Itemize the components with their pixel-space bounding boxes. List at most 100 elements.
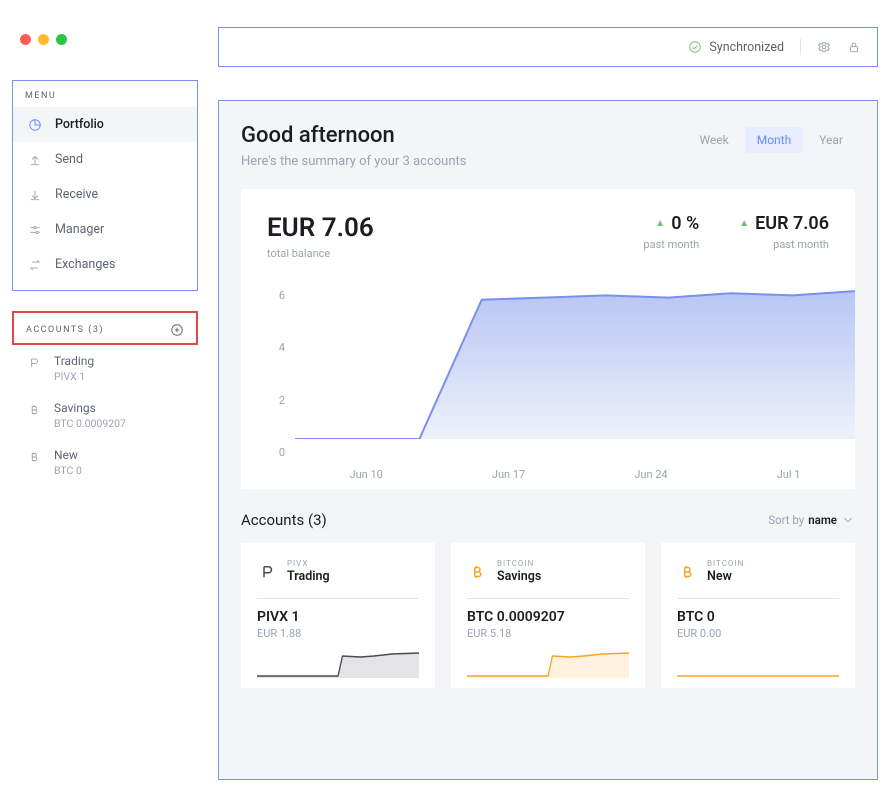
upload-icon xyxy=(27,153,43,167)
pivx-icon xyxy=(257,562,277,582)
account-sub: BTC 0.0009207 xyxy=(54,417,126,430)
download-icon xyxy=(27,188,43,202)
account-name: Trading xyxy=(54,354,94,368)
sidebar-item-label: Receive xyxy=(55,187,98,202)
bitcoin-icon xyxy=(677,562,697,582)
bitcoin-icon xyxy=(26,403,42,417)
gear-icon[interactable] xyxy=(817,40,831,54)
sliders-icon xyxy=(27,223,43,237)
tab-week[interactable]: Week xyxy=(687,127,740,153)
sort-label-prefix: Sort by xyxy=(768,513,804,527)
tab-year[interactable]: Year xyxy=(807,127,855,153)
sparkline xyxy=(257,648,419,678)
x-tick: Jun 24 xyxy=(634,468,667,481)
main-panel: Good afternoon Here's the summary of you… xyxy=(218,100,878,780)
sidebar-item-label: Send xyxy=(55,152,83,167)
x-tick: Jul 1 xyxy=(777,468,801,481)
account-card-name: Trading xyxy=(287,569,330,584)
pivx-icon xyxy=(26,356,42,370)
pie-chart-icon xyxy=(27,118,43,132)
sidebar-item-exchanges[interactable]: Exchanges xyxy=(13,247,197,282)
plus-circle-icon[interactable] xyxy=(170,323,184,337)
lock-icon[interactable] xyxy=(847,40,861,54)
account-balance: PIVX 1 xyxy=(257,609,419,625)
change-percent: 0 % xyxy=(671,213,699,234)
accounts-section: Accounts (3) Sort by name PIVXTradingPIV… xyxy=(241,511,855,688)
crypto-kind: BITCOIN xyxy=(497,559,541,568)
account-balance: BTC 0.0009207 xyxy=(467,609,629,625)
divider xyxy=(800,39,801,55)
page-subtitle: Here's the summary of your 3 accounts xyxy=(241,154,467,169)
account-fiat: EUR 5.18 xyxy=(467,627,629,640)
swap-icon xyxy=(27,258,43,272)
account-sub: PIVX 1 xyxy=(54,370,94,383)
sidebar-account[interactable]: Trading PIVX 1 xyxy=(12,345,198,392)
crypto-kind: PIVX xyxy=(287,559,330,568)
account-fiat: EUR 1.88 xyxy=(257,627,419,640)
maximize-dot[interactable] xyxy=(56,34,67,45)
divider xyxy=(467,598,629,599)
accounts-header[interactable]: ACCOUNTS (3) xyxy=(12,311,198,345)
sort-dropdown[interactable]: Sort by name xyxy=(768,513,855,527)
divider xyxy=(677,598,839,599)
portfolio-chart-card: EUR 7.06 total balance ▲ 0 % past month ▲… xyxy=(241,189,855,489)
sort-label-value: name xyxy=(808,513,837,527)
page-title: Good afternoon xyxy=(241,123,467,148)
y-tick: 0 xyxy=(267,446,285,459)
close-dot[interactable] xyxy=(20,34,31,45)
change-value: EUR 7.06 xyxy=(755,213,829,234)
change-value-label: past month xyxy=(739,238,829,251)
y-tick: 4 xyxy=(267,341,285,354)
account-balance: BTC 0 xyxy=(677,609,839,625)
account-sub: BTC 0 xyxy=(54,464,82,477)
account-name: New xyxy=(54,448,82,462)
check-circle-icon xyxy=(688,40,702,54)
up-triangle-icon: ▲ xyxy=(655,218,665,229)
account-card-name: Savings xyxy=(497,569,541,584)
account-card-name: New xyxy=(707,569,744,584)
sidebar-item-send[interactable]: Send xyxy=(13,142,197,177)
greeting-header: Good afternoon Here's the summary of you… xyxy=(241,123,855,169)
sidebar-item-portfolio[interactable]: Portfolio xyxy=(13,107,197,142)
sidebar: MENU Portfolio Send Receive Manager Exchange… xyxy=(12,80,198,486)
total-balance: EUR 7.06 xyxy=(267,213,374,243)
sidebar-item-label: Manager xyxy=(55,222,104,237)
sidebar-item-receive[interactable]: Receive xyxy=(13,177,197,212)
portfolio-chart: 6420 Jun 10Jun 17Jun 24Jul 1 xyxy=(267,289,855,459)
sync-status: Synchronized xyxy=(688,40,784,55)
chevron-down-icon xyxy=(841,513,855,527)
window-controls[interactable] xyxy=(20,34,67,45)
bitcoin-icon xyxy=(26,450,42,464)
x-tick: Jun 10 xyxy=(350,468,383,481)
bitcoin-icon xyxy=(467,562,487,582)
minimize-dot[interactable] xyxy=(38,34,49,45)
up-triangle-icon: ▲ xyxy=(739,218,749,229)
sparkline xyxy=(467,648,629,678)
y-tick: 6 xyxy=(267,289,285,302)
account-name: Savings xyxy=(54,401,126,415)
menu-title-label: MENU xyxy=(25,91,56,101)
sidebar-item-label: Exchanges xyxy=(55,257,115,272)
sync-status-label: Synchronized xyxy=(709,40,784,55)
accounts-title-label: ACCOUNTS (3) xyxy=(26,325,104,335)
topbar: Synchronized xyxy=(218,27,878,67)
sidebar-item-label: Portfolio xyxy=(55,117,104,132)
change-percent-label: past month xyxy=(643,238,699,251)
sidebar-account[interactable]: New BTC 0 xyxy=(12,439,198,486)
menu-title: MENU xyxy=(13,81,197,107)
range-tabs: Week Month Year xyxy=(687,127,855,153)
y-tick: 2 xyxy=(267,394,285,407)
crypto-kind: BITCOIN xyxy=(707,559,744,568)
account-card[interactable]: BITCOINNew BTC 0 EUR 0.00 xyxy=(661,543,855,688)
total-balance-label: total balance xyxy=(267,247,374,260)
account-card[interactable]: BITCOINSavings BTC 0.0009207 EUR 5.18 xyxy=(451,543,645,688)
menu-section: MENU Portfolio Send Receive Manager Exchange… xyxy=(12,80,198,291)
sidebar-item-manager[interactable]: Manager xyxy=(13,212,197,247)
tab-month[interactable]: Month xyxy=(745,127,803,153)
divider xyxy=(257,598,419,599)
account-card[interactable]: PIVXTrading PIVX 1 EUR 1.88 xyxy=(241,543,435,688)
account-fiat: EUR 0.00 xyxy=(677,627,839,640)
accounts-section-title: Accounts (3) xyxy=(241,511,327,529)
sparkline xyxy=(677,648,839,678)
sidebar-account[interactable]: Savings BTC 0.0009207 xyxy=(12,392,198,439)
